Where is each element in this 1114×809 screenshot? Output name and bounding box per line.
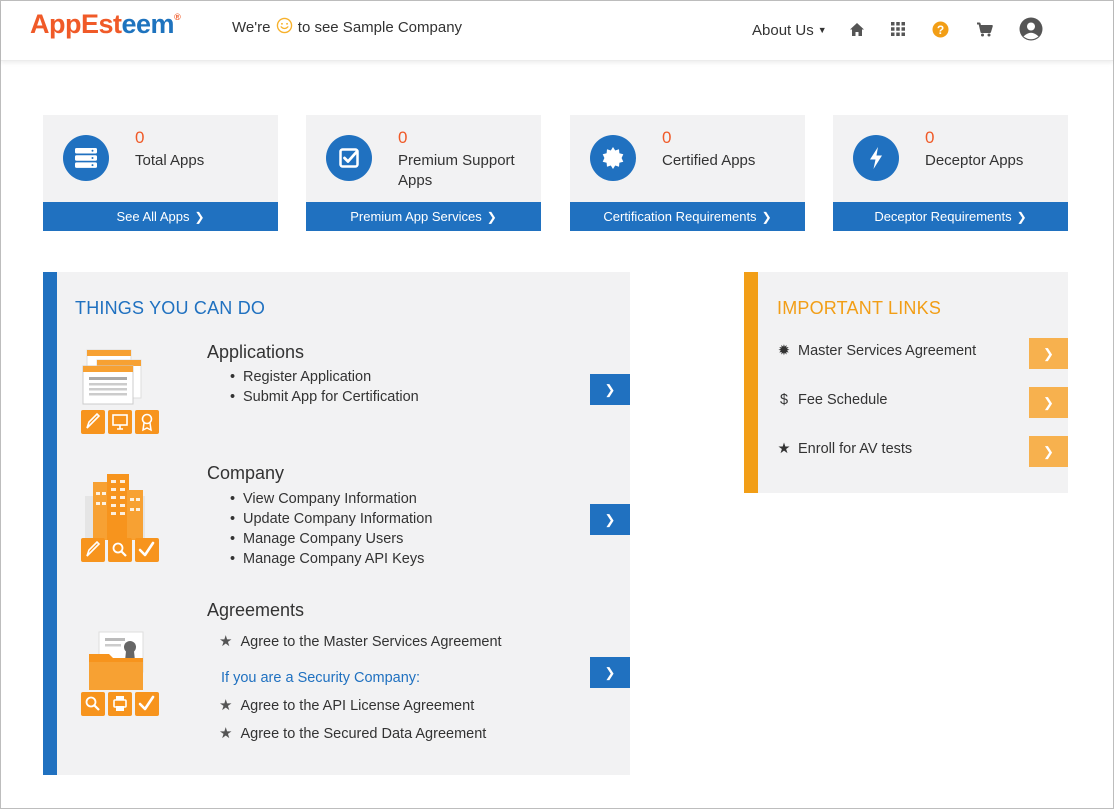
welcome-suffix: to see Sample Company (297, 19, 463, 36)
important-links-panel: IMPORTANT LINKS ✹ Master Services Agreeme… (744, 272, 1068, 493)
important-links-title: IMPORTANT LINKS (777, 298, 942, 318)
link-label: Fee Schedule (798, 392, 888, 408)
card-certified-apps: 0 Certified Apps Certification Requireme… (570, 115, 805, 231)
welcome-prefix: We're (232, 19, 271, 36)
total-apps-count: 0 (135, 128, 145, 147)
star-icon: ★ (219, 697, 233, 714)
lightning-bolt-icon (853, 135, 899, 181)
deceptor-requirements-button[interactable]: Deceptor Requirements ❯ (833, 202, 1068, 231)
things-you-can-do-title: THINGS YOU CAN DO (75, 298, 266, 318)
about-us-label: About Us (752, 22, 814, 39)
chevron-right-icon: ❯ (1016, 210, 1027, 224)
card-premium-support-apps: 0 Premium Support Apps Premium App Servi… (306, 115, 541, 231)
chevron-right-icon: ❯ (761, 210, 772, 224)
applications-list: Register Application Submit App for Cert… (230, 367, 419, 407)
star-icon: ★ (219, 725, 233, 742)
enroll-av-tests-go-button[interactable]: ❯ (1029, 436, 1068, 467)
server-stack-icon (63, 135, 109, 181)
seal-icon: ✹ (777, 343, 791, 359)
smiley-icon (276, 17, 292, 34)
card-total-apps: 0 Total Apps See All Apps ❯ (43, 115, 278, 231)
applications-go-button[interactable]: ❯ (590, 374, 630, 405)
dollar-icon: $ (779, 392, 789, 408)
link-label: Master Services Agreement (798, 343, 977, 359)
home-icon[interactable] (847, 19, 867, 39)
company-illustration-icon (81, 474, 159, 562)
chevron-right-icon: ❯ (604, 664, 616, 680)
see-all-apps-button[interactable]: See All Apps ❯ (43, 202, 278, 231)
deceptor-apps-count: 0 (925, 128, 935, 147)
deceptor-requirements-label: Deceptor Requirements (874, 209, 1012, 224)
master-services-agreement-label: Agree to the Master Services Agreement (240, 634, 502, 650)
link-fee-schedule[interactable]: $ Fee Schedule (777, 392, 888, 408)
agreements-go-button[interactable]: ❯ (590, 657, 630, 688)
link-label: Enroll for AV tests (798, 441, 913, 457)
things-you-can-do-panel: THINGS YOU CAN DO Applications Register … (43, 272, 630, 775)
seal-badge-icon (590, 135, 636, 181)
api-license-agreement-label: Agree to the API License Agreement (240, 698, 475, 714)
chevron-right-icon: ❯ (1043, 345, 1054, 361)
list-item[interactable]: Manage Company Users (230, 529, 432, 549)
svg-text:?: ? (936, 22, 943, 36)
agreements-title: Agreements (207, 600, 305, 620)
certification-requirements-label: Certification Requirements (603, 209, 757, 224)
applications-illustration-icon (81, 349, 159, 434)
company-go-button[interactable]: ❯ (590, 504, 630, 535)
certification-requirements-button[interactable]: Certification Requirements ❯ (570, 202, 805, 231)
see-all-apps-label: See All Apps (116, 209, 190, 224)
list-item[interactable]: View Company Information (230, 489, 432, 509)
master-services-agreement-go-button[interactable]: ❯ (1029, 338, 1068, 369)
appesteem-logo[interactable]: AppEsteem® (30, 9, 181, 40)
master-services-agreement-link[interactable]: ★ Agree to the Master Services Agreement (219, 632, 502, 650)
apps-grid-icon[interactable] (888, 19, 908, 39)
chevron-right-icon: ❯ (1043, 394, 1054, 410)
certified-apps-label: Certified Apps (662, 152, 756, 169)
chevron-right-icon: ❯ (1043, 443, 1054, 459)
chevron-right-icon: ❯ (604, 381, 616, 397)
security-company-heading: If you are a Security Company: (221, 670, 421, 686)
chevron-right-icon: ❯ (486, 210, 497, 224)
total-apps-label: Total Apps (135, 152, 205, 169)
company-list: View Company Information Update Company … (230, 489, 432, 569)
premium-apps-label: Premium Support Apps (398, 152, 515, 189)
chevron-right-icon: ❯ (604, 511, 616, 527)
applications-title: Applications (207, 342, 305, 362)
about-us-menu[interactable]: About Us ▼ (752, 22, 827, 39)
secured-data-agreement-label: Agree to the Secured Data Agreement (240, 726, 487, 742)
checkbox-icon (326, 135, 372, 181)
star-icon: ★ (219, 633, 233, 650)
secured-data-agreement-link[interactable]: ★ Agree to the Secured Data Agreement (219, 724, 486, 742)
agreements-illustration-icon (81, 631, 159, 716)
top-header: AppEsteem® We're to see Sample Company A… (1, 1, 1113, 61)
star-icon: ★ (777, 441, 791, 457)
help-icon[interactable]: ? (930, 19, 950, 39)
company-title: Company (207, 463, 285, 483)
certified-apps-count: 0 (662, 128, 672, 147)
list-item[interactable]: Register Application (230, 367, 419, 387)
card-deceptor-apps: 0 Deceptor Apps Deceptor Requirements ❯ (833, 115, 1068, 231)
cart-icon[interactable] (974, 19, 994, 39)
chevron-right-icon: ❯ (194, 210, 205, 224)
list-item[interactable]: Submit App for Certification (230, 387, 419, 407)
premium-app-services-button[interactable]: Premium App Services ❯ (306, 202, 541, 231)
api-license-agreement-link[interactable]: ★ Agree to the API License Agreement (219, 696, 474, 714)
premium-app-services-label: Premium App Services (350, 209, 482, 224)
user-avatar-icon[interactable] (1019, 17, 1043, 41)
fee-schedule-go-button[interactable]: ❯ (1029, 387, 1068, 418)
list-item[interactable]: Manage Company API Keys (230, 549, 432, 569)
list-item[interactable]: Update Company Information (230, 509, 432, 529)
premium-apps-count: 0 (398, 128, 408, 147)
link-enroll-av-tests[interactable]: ★ Enroll for AV tests (777, 441, 913, 457)
deceptor-apps-label: Deceptor Apps (925, 152, 1024, 169)
link-master-services-agreement[interactable]: ✹ Master Services Agreement (777, 343, 976, 359)
welcome-message: We're to see Sample Company (232, 17, 462, 36)
caret-down-icon: ▼ (817, 25, 827, 35)
